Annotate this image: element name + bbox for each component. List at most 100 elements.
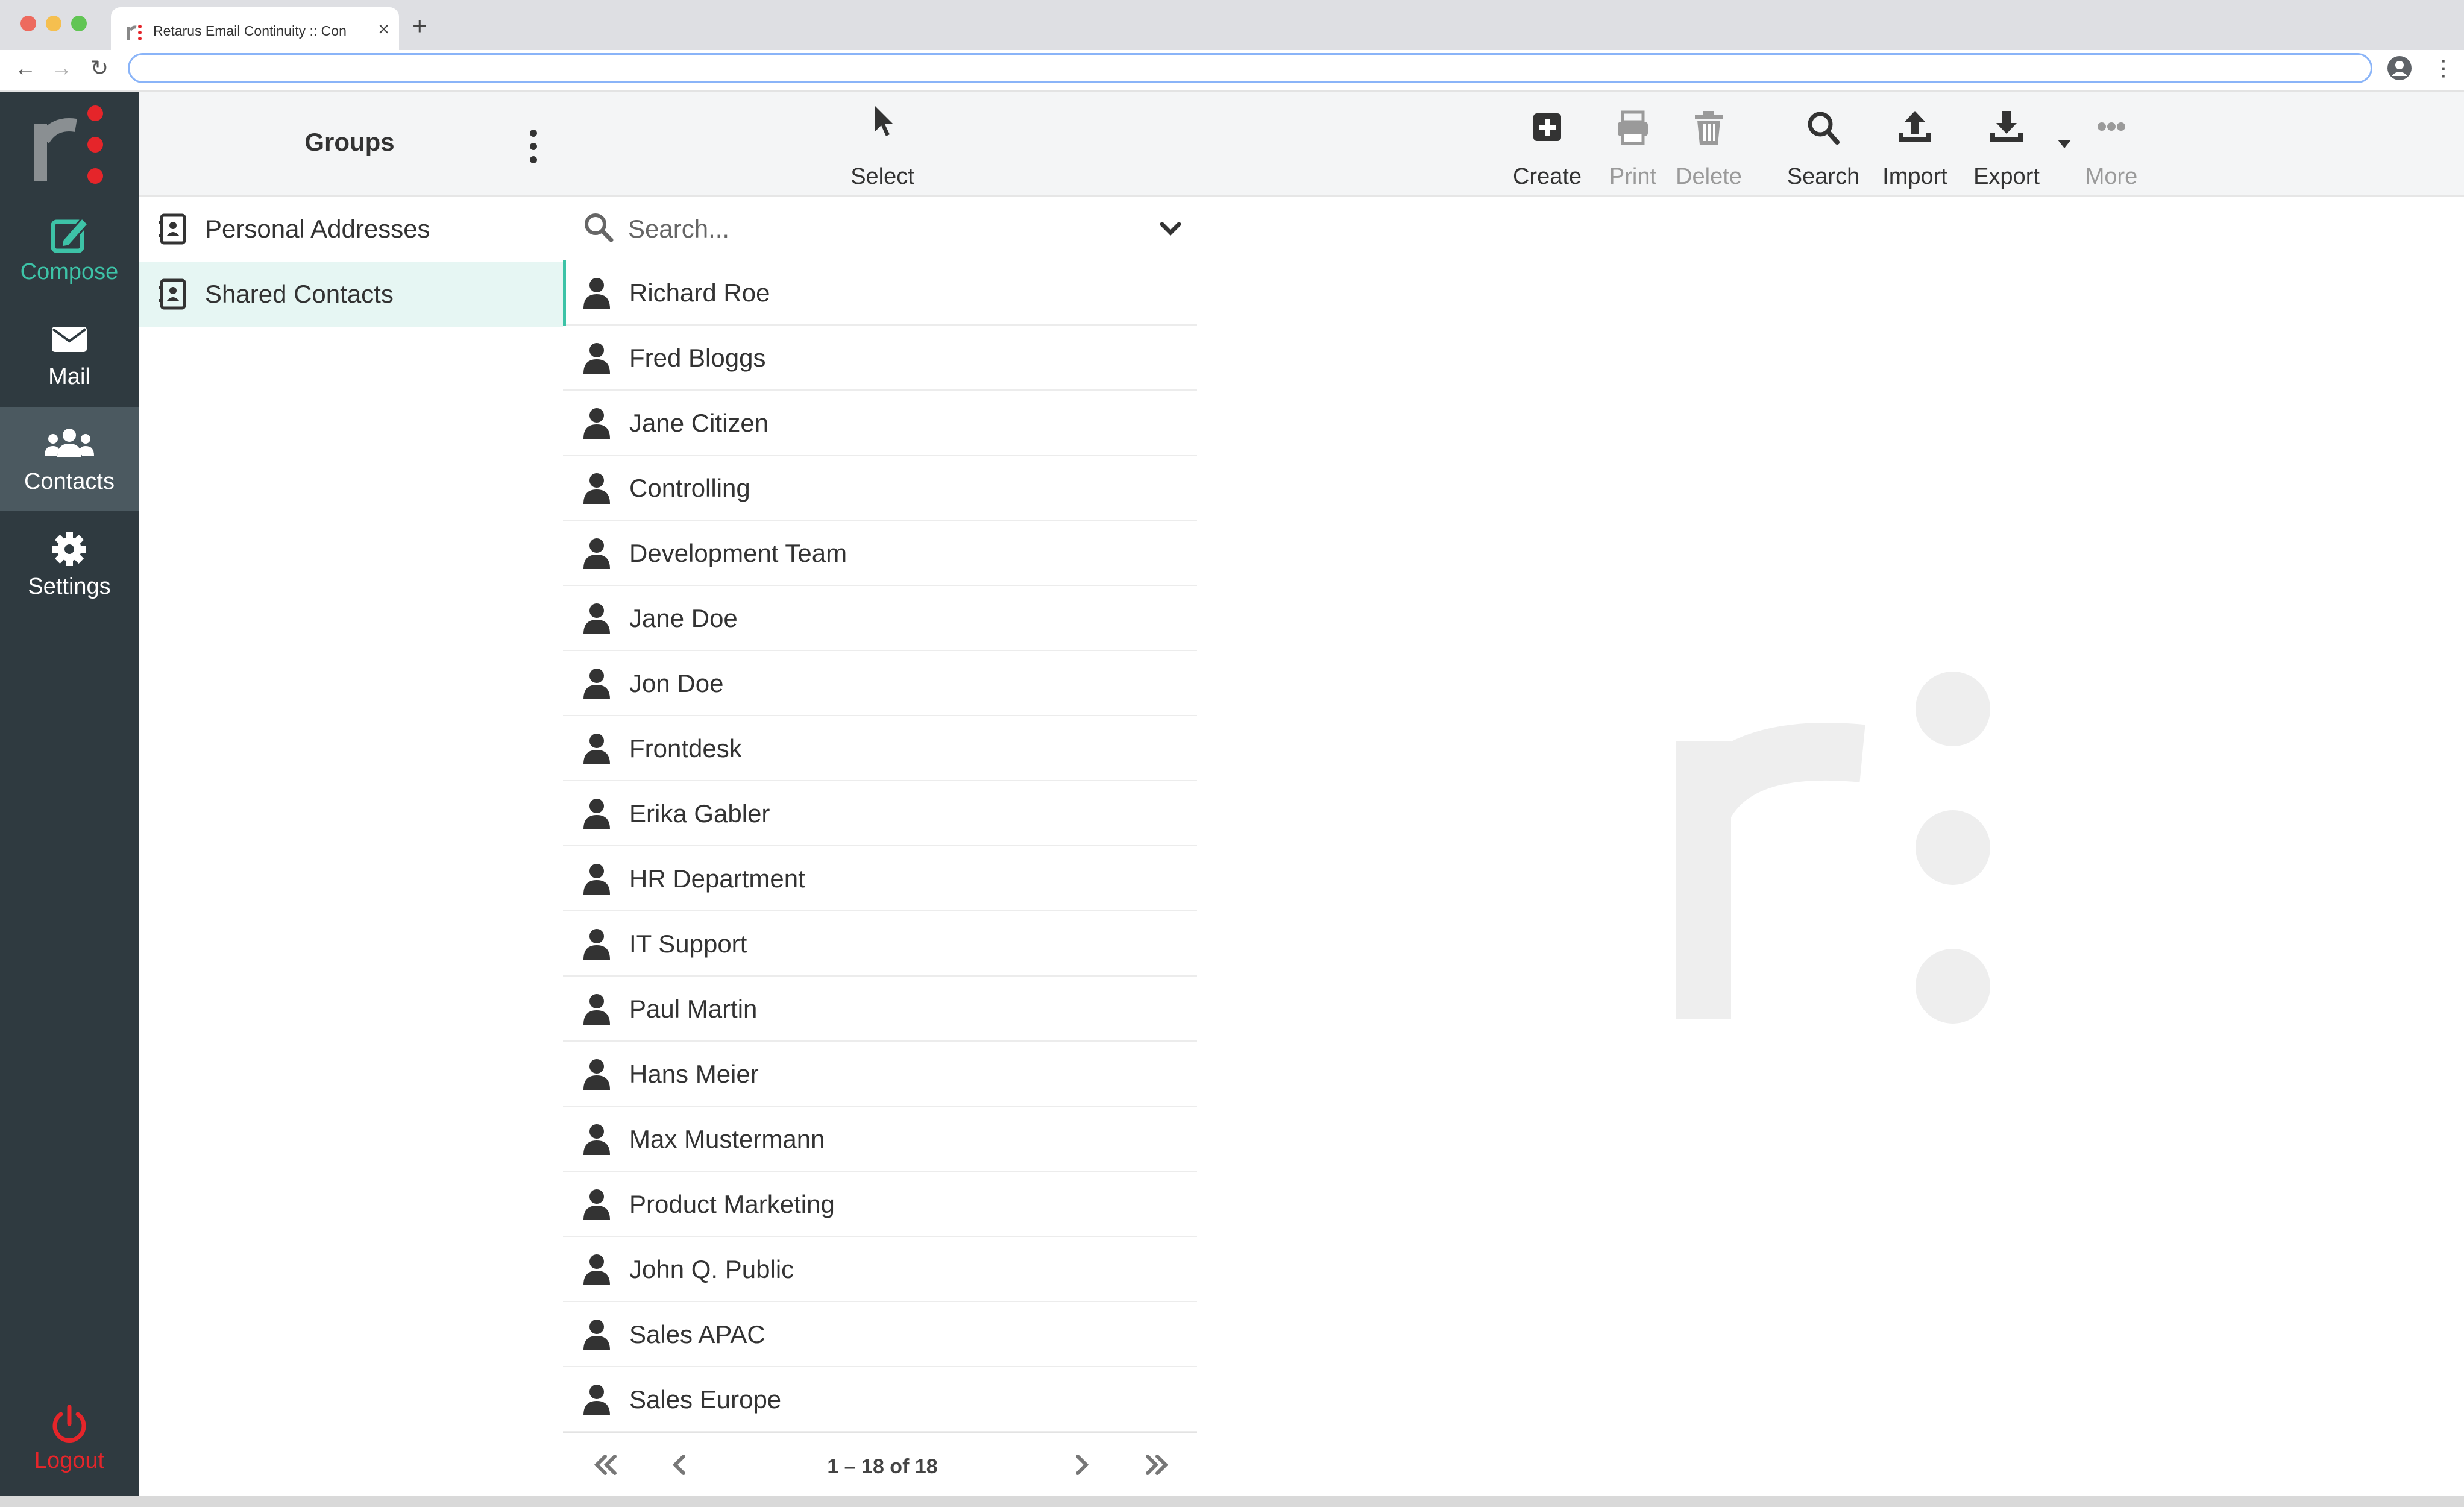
person-icon: [583, 603, 610, 634]
person-icon: [583, 343, 610, 374]
close-tab-icon[interactable]: ×: [378, 17, 389, 41]
contact-name: Jon Doe: [629, 669, 724, 697]
contact-row[interactable]: Sales APAC: [563, 1302, 1197, 1367]
download-icon: [1990, 111, 2023, 142]
reload-icon[interactable]: ↻: [90, 55, 108, 81]
contact-list-header: Select: [563, 92, 1197, 197]
sidebar-item-contacts[interactable]: Contacts: [0, 407, 139, 511]
person-icon: [583, 538, 610, 569]
upload-icon: [1899, 111, 1931, 142]
browser-tab-bar: Retarus Email Continuity :: Con × +: [0, 0, 2464, 50]
browser-tab[interactable]: Retarus Email Continuity :: Con ×: [111, 7, 399, 50]
person-icon: [583, 929, 610, 960]
contact-name: Richard Roe: [629, 278, 770, 307]
group-item-shared-contacts[interactable]: Shared Contacts: [139, 262, 563, 327]
contact-name: Paul Martin: [629, 995, 758, 1023]
contact-row[interactable]: Sales Europe: [563, 1367, 1197, 1432]
contact-name: Sales APAC: [629, 1320, 765, 1348]
groups-menu-icon[interactable]: [524, 128, 542, 165]
contact-row[interactable]: Controlling: [563, 456, 1197, 521]
contact-row[interactable]: Hans Meier: [563, 1042, 1197, 1107]
more-label: More: [2085, 164, 2138, 189]
sidebar-item-label: Contacts: [24, 469, 115, 494]
contact-row[interactable]: Product Marketing: [563, 1172, 1197, 1237]
contact-name: Max Mustermann: [629, 1125, 825, 1153]
contact-row[interactable]: Jane Citizen: [563, 391, 1197, 456]
sidebar-item-label: Mail: [48, 364, 90, 389]
contact-name: Controlling: [629, 474, 750, 502]
contact-name: HR Department: [629, 864, 805, 893]
previous-page-icon[interactable]: [662, 1448, 698, 1482]
sidebar-item-settings[interactable]: Settings: [0, 512, 139, 616]
import-button[interactable]: Import: [1864, 105, 1966, 189]
first-page-icon[interactable]: [587, 1448, 623, 1482]
last-page-icon[interactable]: [1139, 1448, 1175, 1482]
contact-row[interactable]: Erika Gabler: [563, 781, 1197, 846]
contact-row[interactable]: Paul Martin: [563, 977, 1197, 1042]
contact-row[interactable]: Development Team: [563, 521, 1197, 586]
address-book-icon: [159, 278, 186, 310]
person-icon: [583, 864, 610, 895]
tab-title: Retarus Email Continuity :: Con: [153, 23, 347, 39]
person-icon: [583, 1059, 610, 1090]
select-button[interactable]: Select: [810, 104, 955, 189]
contact-name: Sales Europe: [629, 1385, 782, 1414]
person-icon: [583, 799, 610, 829]
import-label: Import: [1882, 164, 1947, 189]
profile-icon[interactable]: [2387, 55, 2412, 81]
delete-button[interactable]: Delete: [1658, 105, 1760, 189]
window-maximize-button[interactable]: [71, 16, 87, 31]
contact-name: Erika Gabler: [629, 799, 770, 828]
contact-name: Hans Meier: [629, 1060, 759, 1088]
delete-label: Delete: [1676, 164, 1742, 189]
contact-row[interactable]: IT Support: [563, 911, 1197, 977]
sidebar-item-mail[interactable]: Mail: [0, 303, 139, 406]
search-icon: [1808, 112, 1840, 145]
logout-label: Logout: [34, 1448, 105, 1473]
contact-search-bar: [563, 197, 1197, 262]
export-dropdown-caret-icon[interactable]: [2055, 137, 2073, 151]
sidebar-item-compose[interactable]: Compose: [0, 198, 139, 301]
trash-icon: [1695, 111, 1723, 145]
contact-row[interactable]: Frontdesk: [563, 716, 1197, 781]
forward-arrow-icon[interactable]: →: [51, 55, 72, 81]
group-item-personal-addresses[interactable]: Personal Addresses: [139, 197, 563, 262]
contact-row[interactable]: Jane Doe: [563, 586, 1197, 651]
cursor-arrow-icon: [875, 106, 893, 136]
retarus-logo: [34, 105, 103, 184]
power-icon: [52, 1405, 86, 1443]
contact-row[interactable]: HR Department: [563, 846, 1197, 911]
sidebar-item-label: Settings: [28, 574, 111, 599]
compose-icon: [51, 216, 90, 253]
person-icon: [583, 734, 610, 764]
contact-name: Frontdesk: [629, 734, 742, 763]
browser-menu-icon[interactable]: ⋮: [2433, 54, 2454, 82]
address-field[interactable]: [128, 53, 2372, 83]
window-minimize-button[interactable]: [46, 16, 61, 31]
export-button[interactable]: Export: [1955, 105, 2058, 189]
contact-row[interactable]: John Q. Public: [563, 1237, 1197, 1302]
contact-row[interactable]: Richard Roe: [563, 260, 1197, 326]
contact-name: Development Team: [629, 539, 847, 567]
address-input[interactable]: [130, 55, 2371, 81]
search-button[interactable]: Search: [1772, 105, 1875, 189]
window-close-button[interactable]: [20, 16, 36, 31]
contact-row[interactable]: Jon Doe: [563, 651, 1197, 716]
address-book-icon: [159, 213, 186, 245]
contact-search-input[interactable]: [627, 210, 1099, 248]
next-page-icon[interactable]: [1063, 1448, 1099, 1482]
contact-row[interactable]: Max Mustermann: [563, 1107, 1197, 1172]
pagination-bar: 1 – 18 of 18: [563, 1432, 1197, 1497]
search-icon: [585, 213, 614, 242]
chevron-down-icon[interactable]: [1158, 218, 1183, 239]
back-arrow-icon[interactable]: ←: [14, 55, 36, 81]
more-button[interactable]: More: [2060, 105, 2163, 189]
contact-name: Jane Doe: [629, 604, 738, 632]
logout-button[interactable]: Logout: [0, 1386, 139, 1495]
new-tab-button[interactable]: +: [412, 11, 427, 41]
select-label: Select: [850, 164, 914, 189]
export-label: Export: [1973, 164, 2040, 189]
action-toolbar: Create Print Delete Search Import Export…: [1197, 92, 2464, 197]
contact-row[interactable]: Fred Bloggs: [563, 326, 1197, 391]
retarus-favicon-icon: [127, 25, 142, 40]
